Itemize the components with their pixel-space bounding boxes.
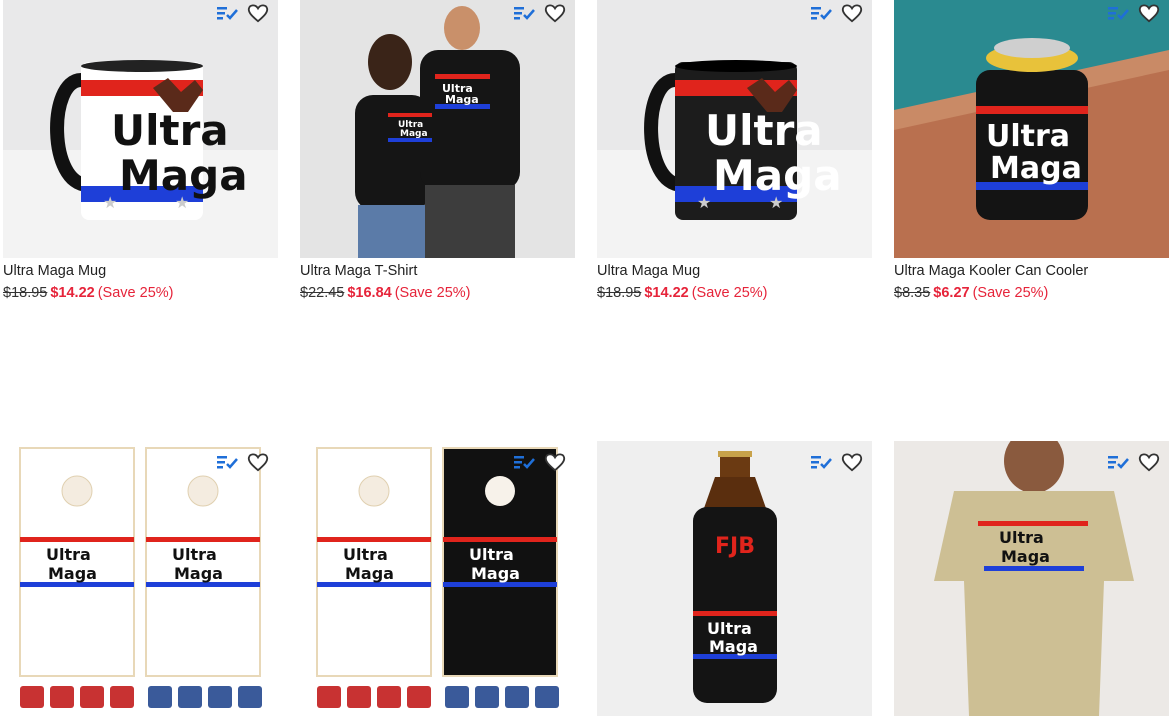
savings-label: (Save 25%) (691, 285, 768, 301)
product-image[interactable]: Ultra Maga Ultra Maga (300, 441, 575, 716)
svg-text:★: ★ (697, 195, 711, 212)
original-price: $22.45 (300, 285, 345, 301)
product-card[interactable]: Ultra Maga Ultra Maga (3, 441, 278, 716)
heart-icon[interactable] (543, 2, 567, 24)
product-title[interactable]: Ultra Maga Kooler Can Cooler (894, 262, 1169, 280)
product-title[interactable]: Ultra Maga Mug (597, 262, 872, 280)
sale-price: $14.22 (50, 285, 95, 301)
compare-icon[interactable] (216, 2, 240, 24)
product-image[interactable]: Ultra Maga (894, 441, 1169, 716)
svg-text:Maga: Maga (471, 564, 520, 583)
product-price: $18.95 $14.22 (Save 25%) (3, 284, 278, 302)
art-text-line1: Ultra (999, 528, 1044, 547)
art-text-line1: Ultra (343, 545, 388, 564)
heart-icon[interactable] (1137, 2, 1161, 24)
art-text-line1: Ultra (705, 106, 823, 155)
heart-icon[interactable] (1137, 451, 1161, 473)
heart-icon[interactable] (840, 2, 864, 24)
original-price: $8.35 (894, 285, 931, 301)
heart-icon[interactable] (840, 451, 864, 473)
product-grid: Ultra Maga ★ ★ Ultra Maga Mug $18.95 $14.… (0, 0, 1170, 716)
art-text-line2: Maga (990, 151, 1082, 186)
product-price: $22.45 $16.84 (Save 25%) (300, 284, 575, 302)
art-text-line1: Ultra (46, 545, 91, 564)
sale-price: $14.22 (644, 285, 689, 301)
art-text-line2: Maga (445, 93, 479, 106)
heart-icon[interactable] (246, 2, 270, 24)
art-text-line1: Ultra (707, 619, 752, 638)
product-title[interactable]: Ultra Maga T-Shirt (300, 262, 575, 280)
product-image[interactable]: FJB Ultra Maga (597, 441, 872, 716)
compare-icon[interactable] (1107, 2, 1131, 24)
art-text-line2: Maga (48, 564, 97, 583)
art-text-line1: Ultra (111, 106, 229, 155)
product-image[interactable]: Ultra Maga ★ ★ (597, 0, 872, 258)
savings-label: (Save 25%) (394, 285, 471, 301)
product-card[interactable]: Ultra Maga Ultra Maga Kooler Can Cooler … (894, 0, 1169, 302)
original-price: $18.95 (597, 285, 642, 301)
art-text-line1: Ultra (986, 119, 1070, 154)
sale-price: $16.84 (347, 285, 392, 301)
product-card[interactable]: Ultra Maga Ultra Maga (300, 441, 575, 716)
product-image[interactable]: Ultra Maga ★ ★ (3, 0, 278, 258)
sale-price: $6.27 (933, 285, 970, 301)
svg-text:Ultra: Ultra (469, 545, 514, 564)
svg-text:★: ★ (103, 195, 117, 212)
product-price: $18.95 $14.22 (Save 25%) (597, 284, 872, 302)
product-card[interactable]: Ultra Maga Ultra Maga Ultra Maga T-Shirt… (300, 0, 575, 302)
product-image[interactable]: Ultra Maga Ultra Maga (300, 0, 575, 258)
art-text-line2: Maga (1001, 547, 1050, 566)
product-card[interactable]: FJB Ultra Maga (597, 441, 872, 716)
art-text-line2: Maga (709, 637, 758, 656)
art-text-line2: Maga (119, 151, 248, 200)
compare-icon[interactable] (810, 451, 834, 473)
product-image[interactable]: Ultra Maga Ultra Maga (3, 441, 278, 716)
product-image[interactable]: Ultra Maga (894, 0, 1169, 258)
svg-text:Maga: Maga (400, 129, 428, 139)
product-card[interactable]: Ultra Maga (894, 441, 1169, 716)
svg-text:Ultra: Ultra (172, 545, 217, 564)
product-price: $8.35 $6.27 (Save 25%) (894, 284, 1169, 302)
compare-icon[interactable] (216, 451, 240, 473)
compare-icon[interactable] (810, 2, 834, 24)
art-text-line2: Maga (713, 151, 842, 200)
compare-icon[interactable] (1107, 451, 1131, 473)
savings-label: (Save 25%) (97, 285, 174, 301)
svg-text:★: ★ (769, 195, 783, 212)
product-card[interactable]: Ultra Maga ★ ★ Ultra Maga Mug $18.95 $14.… (3, 0, 278, 302)
art-text-fjb: FJB (715, 534, 755, 559)
product-title[interactable]: Ultra Maga Mug (3, 262, 278, 280)
compare-icon[interactable] (513, 2, 537, 24)
art-text-line2: Maga (345, 564, 394, 583)
svg-text:★: ★ (175, 195, 189, 212)
product-card[interactable]: Ultra Maga ★ ★ Ultra Maga Mug $18.95 $14.… (597, 0, 872, 302)
svg-text:Maga: Maga (174, 564, 223, 583)
compare-icon[interactable] (513, 451, 537, 473)
original-price: $18.95 (3, 285, 48, 301)
heart-icon[interactable] (246, 451, 270, 473)
savings-label: (Save 25%) (972, 285, 1049, 301)
heart-icon[interactable] (543, 451, 567, 473)
